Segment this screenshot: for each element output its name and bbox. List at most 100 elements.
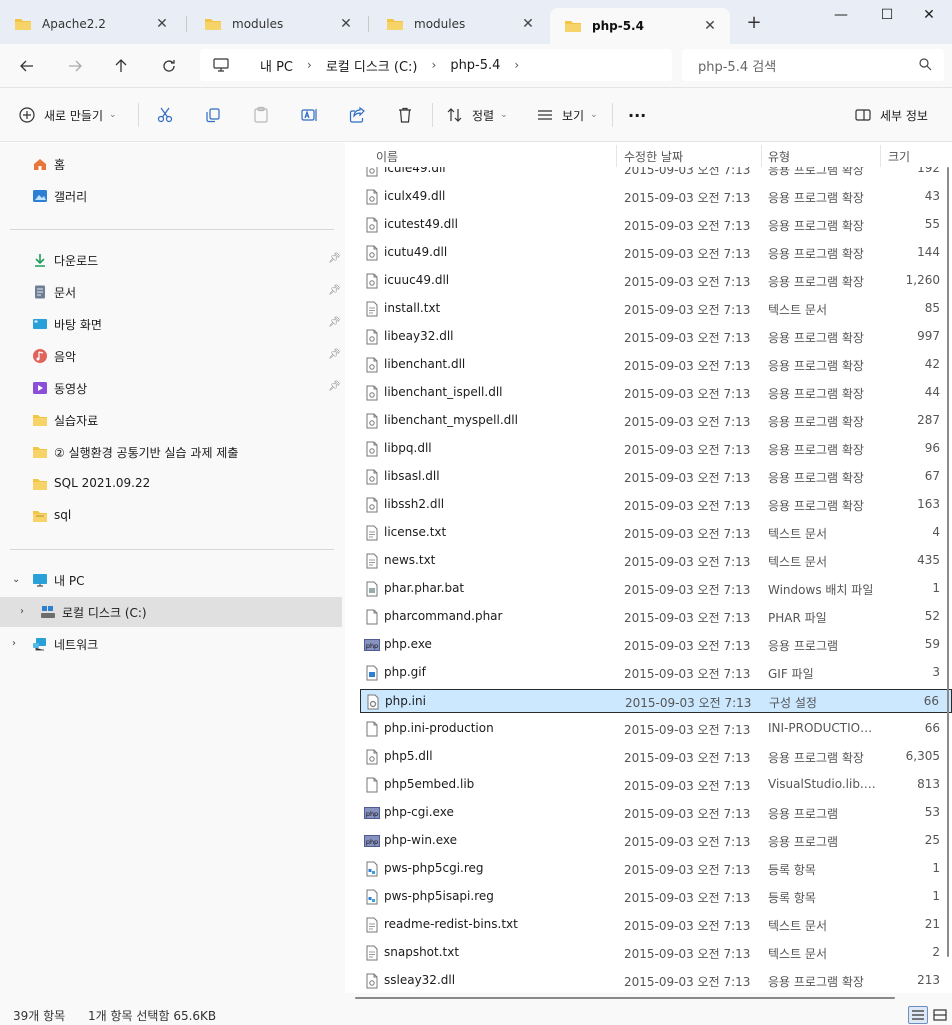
chevron-right-icon[interactable]: › bbox=[20, 606, 24, 617]
chevron-right-icon[interactable]: › bbox=[514, 58, 519, 72]
sort-button[interactable]: 정렬 ⌄ bbox=[446, 102, 508, 128]
nav-gallery[interactable]: 갤러리 bbox=[0, 181, 342, 211]
breadcrumb-this-pc[interactable]: 내 PC bbox=[260, 56, 293, 75]
table-row[interactable]: ssleay32.dll 2015-09-03 오전 7:13 응용 프로그램 확장… bbox=[360, 969, 952, 993]
tab-modules-2[interactable]: modules ✕ bbox=[372, 8, 548, 40]
column-date[interactable]: 수정한 날짜 bbox=[624, 148, 683, 165]
tab-modules-1[interactable]: modules ✕ bbox=[190, 8, 366, 40]
tab-close-button[interactable]: ✕ bbox=[518, 14, 538, 34]
table-row[interactable]: iculx49.dll 2015-09-03 오전 7:13 응용 프로그램 확장 4… bbox=[360, 185, 952, 209]
table-row[interactable]: snapshot.txt 2015-09-03 오전 7:13 텍스트 문서 2 bbox=[360, 941, 952, 965]
table-row[interactable]: php.ini 2015-09-03 오전 7:13 구성 설정 66 bbox=[360, 689, 952, 713]
nav-downloads[interactable]: 다운로드 📌︎ bbox=[0, 245, 342, 275]
table-row[interactable]: libpq.dll 2015-09-03 오전 7:13 응용 프로그램 확장 96 bbox=[360, 437, 952, 461]
tab-php[interactable]: php-5.4 ✕ bbox=[550, 8, 730, 44]
column-divider[interactable] bbox=[761, 145, 762, 167]
chevron-right-icon[interactable]: › bbox=[12, 638, 16, 649]
nav-music[interactable]: 음악 📌︎ bbox=[0, 341, 342, 371]
nav-network[interactable]: › 네트워크 bbox=[0, 629, 342, 659]
table-row[interactable]: icutest49.dll 2015-09-03 오전 7:13 응용 프로그램 확… bbox=[360, 213, 952, 237]
table-row[interactable]: libenchant_myspell.dll 2015-09-03 오전 7:13… bbox=[360, 409, 952, 433]
nav-this-pc[interactable]: ⌄ 내 PC bbox=[0, 565, 342, 595]
column-divider[interactable] bbox=[616, 145, 617, 167]
file-type: 응용 프로그램 확장 bbox=[768, 975, 864, 989]
table-row[interactable]: news.txt 2015-09-03 오전 7:13 텍스트 문서 435 bbox=[360, 549, 952, 573]
table-row[interactable]: php.gif 2015-09-03 오전 7:13 GIF 파일 3 bbox=[360, 661, 952, 685]
tiles-view-button[interactable] bbox=[930, 1006, 950, 1024]
nav-home[interactable]: 홈 bbox=[0, 149, 342, 179]
table-row[interactable]: php php-cgi.exe 2015-09-03 오전 7:13 응용 프로그램 5… bbox=[360, 801, 952, 825]
table-row[interactable]: php5embed.lib 2015-09-03 오전 7:13 VisualStu… bbox=[360, 773, 952, 797]
nav-folder-sql[interactable]: sql bbox=[0, 501, 342, 531]
minimize-button[interactable]: — bbox=[818, 0, 864, 30]
scrollbar-thumb[interactable] bbox=[355, 997, 895, 999]
nav-local-disk[interactable]: › 로컬 디스크 (C:) bbox=[0, 597, 342, 627]
nav-folder-sql-date[interactable]: SQL 2021.09.22 bbox=[0, 469, 342, 499]
address-bar[interactable]: 내 PC › 로컬 디스크 (C:) › php-5.4 › bbox=[200, 49, 672, 81]
scrollbar-thumb[interactable] bbox=[947, 167, 949, 957]
details-pane-button[interactable]: 세부 정보 bbox=[854, 102, 928, 128]
table-row[interactable]: libeay32.dll 2015-09-03 오전 7:13 응용 프로그램 확장… bbox=[360, 325, 952, 349]
table-row[interactable]: icuuc49.dll 2015-09-03 오전 7:13 응용 프로그램 확장 1… bbox=[360, 269, 952, 293]
cut-button[interactable] bbox=[156, 102, 182, 128]
tab-close-button[interactable]: ✕ bbox=[336, 14, 356, 34]
column-type[interactable]: 유형 bbox=[768, 148, 790, 165]
details-view-button[interactable] bbox=[908, 1006, 928, 1024]
nav-folder-submission[interactable]: ② 실행환경 공통기반 실습 과제 제출 bbox=[0, 437, 342, 467]
table-row[interactable]: pws-php5cgi.reg 2015-09-03 오전 7:13 등록 항목 1 bbox=[360, 857, 952, 881]
pin-icon[interactable]: 📌︎ bbox=[328, 285, 341, 296]
pin-icon[interactable]: 📌︎ bbox=[328, 253, 341, 264]
table-row[interactable]: php php-win.exe 2015-09-03 오전 7:13 응용 프로그램 2… bbox=[360, 829, 952, 853]
breadcrumb-php[interactable]: php-5.4 bbox=[450, 58, 500, 73]
search-input[interactable]: php-5.4 검색 bbox=[682, 49, 944, 81]
chevron-right-icon[interactable]: › bbox=[432, 58, 437, 72]
refresh-button[interactable] bbox=[154, 52, 184, 80]
paste-button[interactable] bbox=[252, 102, 278, 128]
tab-close-button[interactable]: ✕ bbox=[700, 16, 720, 36]
nav-folder-practice[interactable]: 실습자료 bbox=[0, 405, 342, 435]
table-row[interactable]: readme-redist-bins.txt 2015-09-03 오전 7:13… bbox=[360, 913, 952, 937]
rename-button[interactable] bbox=[300, 102, 326, 128]
table-row[interactable]: pharcommand.phar 2015-09-03 오전 7:13 PHAR 파… bbox=[360, 605, 952, 629]
table-row[interactable]: install.txt 2015-09-03 오전 7:13 텍스트 문서 85 bbox=[360, 297, 952, 321]
up-button[interactable] bbox=[106, 52, 136, 80]
table-row[interactable]: libsasl.dll 2015-09-03 오전 7:13 응용 프로그램 확장 6… bbox=[360, 465, 952, 489]
table-row[interactable]: icutu49.dll 2015-09-03 오전 7:13 응용 프로그램 확장 1… bbox=[360, 241, 952, 265]
table-row[interactable]: libssh2.dll 2015-09-03 오전 7:13 응용 프로그램 확장 1… bbox=[360, 493, 952, 517]
tab-close-button[interactable]: ✕ bbox=[152, 14, 172, 34]
view-button[interactable]: 보기 ⌄ bbox=[536, 102, 598, 128]
column-size[interactable]: 크기 bbox=[888, 148, 910, 165]
maximize-button[interactable]: ☐ bbox=[864, 0, 910, 30]
column-divider[interactable] bbox=[880, 145, 881, 167]
table-row[interactable]: pws-php5isapi.reg 2015-09-03 오전 7:13 등록 항목… bbox=[360, 885, 952, 909]
table-row[interactable]: php5.dll 2015-09-03 오전 7:13 응용 프로그램 확장 6,30… bbox=[360, 745, 952, 769]
nav-desktop[interactable]: 바탕 화면 📌︎ bbox=[0, 309, 342, 339]
table-row[interactable]: php.ini-production 2015-09-03 오전 7:13 INI-… bbox=[360, 717, 952, 741]
back-button[interactable] bbox=[12, 52, 42, 80]
nav-videos[interactable]: 동영상 📌︎ bbox=[0, 373, 342, 403]
vertical-scrollbar[interactable] bbox=[947, 167, 950, 989]
table-row[interactable]: php php.exe 2015-09-03 오전 7:13 응용 프로그램 59 bbox=[360, 633, 952, 657]
column-name[interactable]: 이름 bbox=[376, 148, 398, 165]
table-row[interactable]: libenchant.dll 2015-09-03 오전 7:13 응용 프로그램 … bbox=[360, 353, 952, 377]
share-button[interactable] bbox=[348, 102, 374, 128]
tab-apache[interactable]: Apache2.2 ✕ bbox=[0, 8, 182, 40]
pin-icon[interactable]: 📌︎ bbox=[328, 317, 341, 328]
delete-button[interactable] bbox=[396, 102, 422, 128]
pin-icon[interactable]: 📌︎ bbox=[328, 349, 341, 360]
pin-icon[interactable]: 📌︎ bbox=[328, 381, 341, 392]
new-tab-button[interactable]: + bbox=[744, 12, 764, 33]
table-row[interactable]: license.txt 2015-09-03 오전 7:13 텍스트 문서 4 bbox=[360, 521, 952, 545]
close-window-button[interactable]: ✕ bbox=[906, 0, 952, 30]
forward-button[interactable] bbox=[60, 52, 90, 80]
chevron-right-icon[interactable]: › bbox=[307, 58, 312, 72]
new-button[interactable]: 새로 만들기 ⌄ bbox=[18, 102, 117, 128]
table-row[interactable]: libenchant_ispell.dll 2015-09-03 오전 7:13 응… bbox=[360, 381, 952, 405]
breadcrumb-local-disk[interactable]: 로컬 디스크 (C:) bbox=[326, 56, 418, 75]
more-options-button[interactable]: ··· bbox=[628, 102, 646, 128]
nav-documents[interactable]: 문서 📌︎ bbox=[0, 277, 342, 307]
chevron-down-icon[interactable]: ⌄ bbox=[12, 574, 20, 585]
copy-button[interactable] bbox=[204, 102, 230, 128]
horizontal-scrollbar[interactable] bbox=[345, 993, 952, 1003]
table-row[interactable]: phar.phar.bat 2015-09-03 오전 7:13 Windows 배… bbox=[360, 577, 952, 601]
